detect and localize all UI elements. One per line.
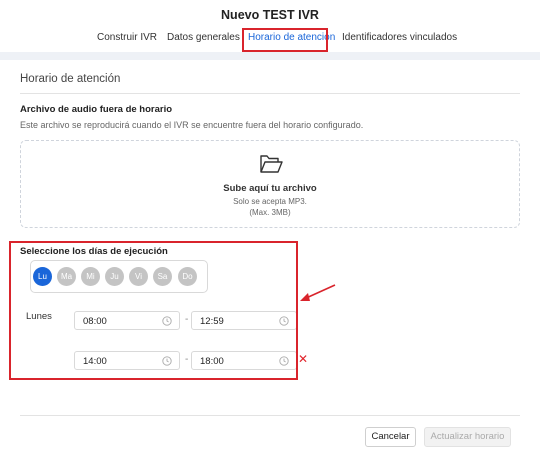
remove-range-icon[interactable]: ✕ xyxy=(298,353,308,365)
cancel-button[interactable]: Cancelar xyxy=(365,427,416,447)
window-title: Nuevo TEST IVR xyxy=(221,8,319,22)
update-schedule-button[interactable]: Actualizar horario xyxy=(424,427,511,447)
annotation-box-schedule xyxy=(9,241,298,380)
tab-construir-ivr[interactable]: Construir IVR xyxy=(97,32,157,43)
section-divider xyxy=(20,93,520,94)
tab-datos-generales[interactable]: Datos generales xyxy=(167,32,240,43)
tab-identificadores-vinculados[interactable]: Identificadores vinculados xyxy=(342,32,457,43)
annotation-box-tab xyxy=(242,28,328,52)
section-title: Horario de atención xyxy=(20,73,121,85)
audio-dropzone[interactable]: Sube aquí tu archivo Solo se acepta MP3.… xyxy=(20,140,520,228)
dropzone-main-text: Sube aquí tu archivo xyxy=(223,183,317,194)
folder-open-icon xyxy=(260,155,283,173)
audio-heading: Archivo de audio fuera de horario xyxy=(20,104,173,115)
dropzone-size-text: (Max. 3MB) xyxy=(249,208,291,217)
audio-help-text: Este archivo se reproducirá cuando el IV… xyxy=(20,120,364,130)
footer-divider xyxy=(20,415,520,416)
annotation-arrow-icon xyxy=(300,284,336,301)
dropzone-format-text: Solo se acepta MP3. xyxy=(233,197,307,206)
header-band xyxy=(0,52,540,60)
